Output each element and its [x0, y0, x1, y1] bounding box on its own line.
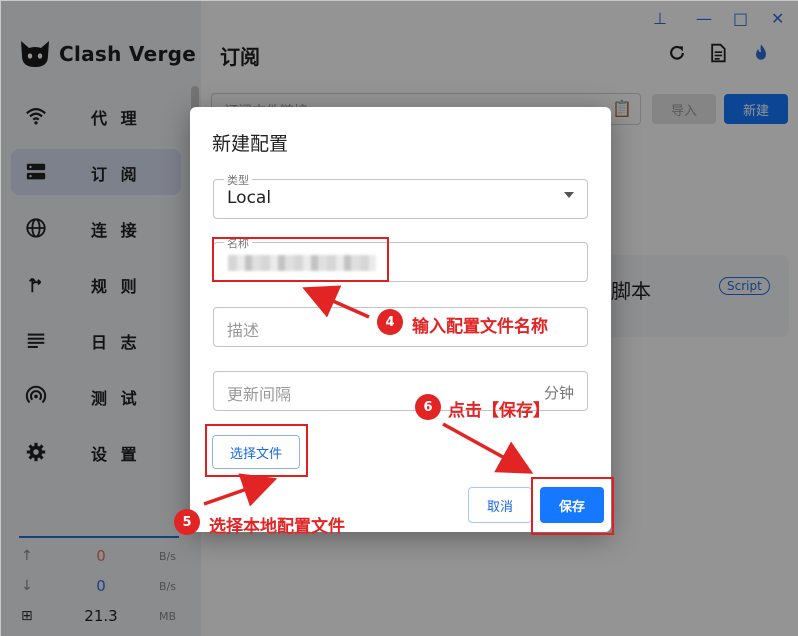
annotation-text-5: 选择本地配置文件 [209, 517, 345, 537]
annotation-text-6: 点击【保存】 [448, 401, 550, 421]
dropdown-arrow-icon [564, 192, 574, 198]
annotation-text-4: 输入配置文件名称 [412, 317, 548, 337]
annotation-number-4: 4 [377, 309, 403, 335]
annotation-box-name [212, 237, 389, 282]
annotation-number-5: 5 [174, 509, 200, 535]
type-select[interactable]: 类型 Local [213, 172, 588, 219]
annotation-box-choose-file [205, 424, 308, 477]
annotation-number-6: 6 [415, 394, 441, 420]
annotation-box-save [531, 477, 614, 535]
cancel-button[interactable]: 取消 [468, 487, 532, 523]
dialog-title: 新建配置 [212, 133, 289, 155]
